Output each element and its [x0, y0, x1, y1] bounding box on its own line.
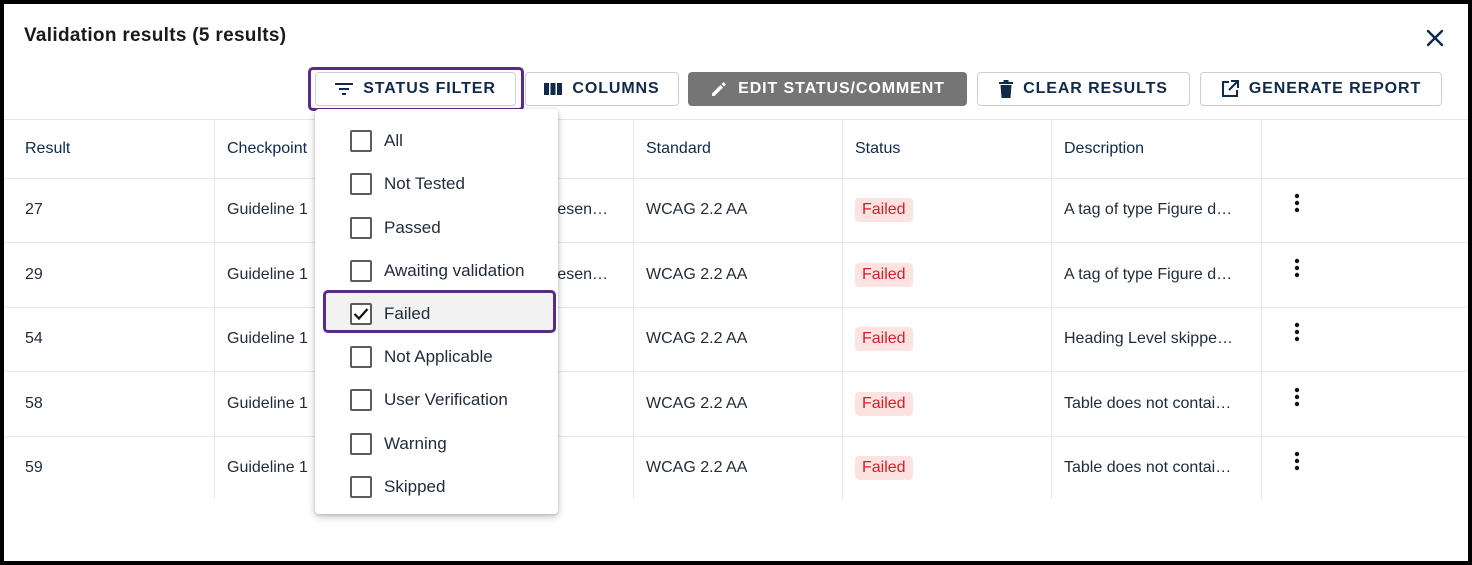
cell-standard: WCAG 2.2 AA	[646, 330, 748, 347]
filter-option-label: Awaiting validation	[384, 261, 525, 280]
checkbox[interactable]	[350, 433, 372, 455]
cell-standard: WCAG 2.2 AA	[646, 201, 748, 218]
cell-description: A tag of type Figure d…	[1064, 201, 1233, 218]
checkbox-checked[interactable]	[350, 303, 372, 325]
filter-option-label: Not Applicable	[384, 347, 493, 366]
columns-button[interactable]: COLUMNS	[525, 72, 679, 106]
checkmark-icon	[353, 308, 369, 321]
filter-option-user-verification[interactable]: User Verification	[315, 380, 558, 420]
filter-option-passed[interactable]: Passed	[315, 208, 558, 248]
table-row[interactable]: 59 Guideline 1 WCAG 2.2 AA Failed Table …	[4, 437, 1468, 501]
cell-checkpoint: Guideline 1	[227, 459, 308, 476]
more-vertical-icon	[1294, 387, 1300, 407]
row-menu-button[interactable]	[1285, 320, 1309, 344]
close-icon	[1426, 29, 1444, 47]
cell-checkpoint: Guideline 1	[227, 266, 308, 283]
checkbox[interactable]	[350, 217, 372, 239]
table-row[interactable]: 29 Guideline 1 resen… WCAG 2.2 AA Failed…	[4, 244, 1468, 308]
status-badge: Failed	[855, 327, 913, 351]
status-filter-button[interactable]: STATUS FILTER	[315, 72, 516, 106]
edit-status-comment-label: EDIT STATUS/COMMENT	[738, 80, 945, 97]
more-vertical-icon	[1294, 322, 1300, 342]
more-vertical-icon	[1294, 451, 1300, 471]
row-menu-button[interactable]	[1285, 449, 1309, 473]
cell-description: Table does not contai…	[1064, 459, 1232, 476]
filter-option-label: Not Tested	[384, 174, 465, 193]
validation-results-dialog: Validation results (5 results) STATUS FI…	[4, 4, 1468, 561]
filter-option-label: Passed	[384, 218, 441, 237]
cell-column-3: resen…	[552, 201, 609, 218]
filter-option-all[interactable]: All	[315, 121, 558, 161]
status-badge: Failed	[855, 198, 913, 222]
trash-icon	[999, 80, 1014, 98]
filter-option-failed[interactable]: Failed	[315, 294, 558, 334]
cell-checkpoint: Guideline 1	[227, 395, 308, 412]
cell-description: Heading Level skippe…	[1064, 330, 1233, 347]
checkbox[interactable]	[350, 389, 372, 411]
header-result[interactable]: Result	[25, 140, 70, 158]
edit-status-comment-button[interactable]: EDIT STATUS/COMMENT	[688, 72, 967, 106]
cell-standard: WCAG 2.2 AA	[646, 395, 748, 412]
checkbox[interactable]	[350, 173, 372, 195]
cell-column-3: resen…	[552, 266, 609, 283]
cell-result: 59	[25, 459, 43, 476]
cell-description: Table does not contai…	[1064, 395, 1232, 412]
cell-checkpoint: Guideline 1	[227, 330, 308, 347]
row-menu-button[interactable]	[1285, 385, 1309, 409]
cell-result: 29	[25, 266, 43, 283]
status-filter-label: STATUS FILTER	[363, 80, 496, 97]
table-row[interactable]: 27 Guideline 1 resen… WCAG 2.2 AA Failed…	[4, 179, 1468, 243]
filter-option-skipped[interactable]: Skipped	[315, 467, 558, 507]
filter-option-label: All	[384, 131, 403, 150]
row-menu-button[interactable]	[1285, 256, 1309, 280]
checkbox[interactable]	[350, 130, 372, 152]
cell-description: A tag of type Figure d…	[1064, 266, 1233, 283]
clear-results-button[interactable]: CLEAR RESULTS	[977, 72, 1190, 106]
close-button[interactable]	[1423, 26, 1447, 50]
table-row[interactable]: 54 Guideline 1 WCAG 2.2 AA Failed Headin…	[4, 308, 1468, 372]
more-vertical-icon	[1294, 258, 1300, 278]
header-checkpoint[interactable]: Checkpoint	[227, 140, 307, 158]
header-status[interactable]: Status	[855, 140, 900, 158]
generate-report-label: GENERATE REPORT	[1248, 80, 1422, 97]
filter-icon	[335, 83, 354, 95]
filter-option-not-tested[interactable]: Not Tested	[315, 164, 558, 204]
cell-standard: WCAG 2.2 AA	[646, 266, 748, 283]
filter-option-not-applicable[interactable]: Not Applicable	[315, 337, 558, 377]
open-external-icon	[1221, 80, 1239, 97]
columns-label: COLUMNS	[572, 80, 660, 97]
generate-report-button[interactable]: GENERATE REPORT	[1200, 72, 1442, 106]
filter-option-awaiting-validation[interactable]: Awaiting validation	[315, 251, 558, 291]
checkbox[interactable]	[350, 476, 372, 498]
filter-option-warning[interactable]: Warning	[315, 424, 558, 464]
cell-result: 58	[25, 395, 43, 412]
cell-checkpoint: Guideline 1	[227, 201, 308, 218]
checkbox[interactable]	[350, 346, 372, 368]
table-header: Result Checkpoint Standard Status Descri…	[4, 119, 1468, 179]
filter-option-label: User Verification	[384, 390, 508, 409]
filter-option-label: Warning	[384, 434, 447, 453]
dialog-title: Validation results (5 results)	[24, 25, 287, 46]
table-row[interactable]: 58 Guideline 1 WCAG 2.2 AA Failed Table …	[4, 373, 1468, 437]
clear-results-label: CLEAR RESULTS	[1023, 80, 1168, 97]
status-badge: Failed	[855, 392, 913, 416]
cell-result: 27	[25, 201, 43, 218]
cell-standard: WCAG 2.2 AA	[646, 459, 748, 476]
header-description[interactable]: Description	[1064, 140, 1144, 158]
status-badge: Failed	[855, 456, 913, 480]
row-menu-button[interactable]	[1285, 191, 1309, 215]
pencil-icon	[712, 82, 726, 96]
cell-result: 54	[25, 330, 43, 347]
filter-option-label: Skipped	[384, 477, 446, 496]
filter-option-label: Failed	[384, 304, 431, 323]
header-standard[interactable]: Standard	[646, 140, 711, 158]
columns-icon	[544, 83, 563, 95]
checkbox[interactable]	[350, 260, 372, 282]
status-badge: Failed	[855, 263, 913, 287]
more-vertical-icon	[1294, 193, 1300, 213]
status-filter-menu: All Not Tested Passed Awaiting validatio…	[315, 109, 558, 514]
